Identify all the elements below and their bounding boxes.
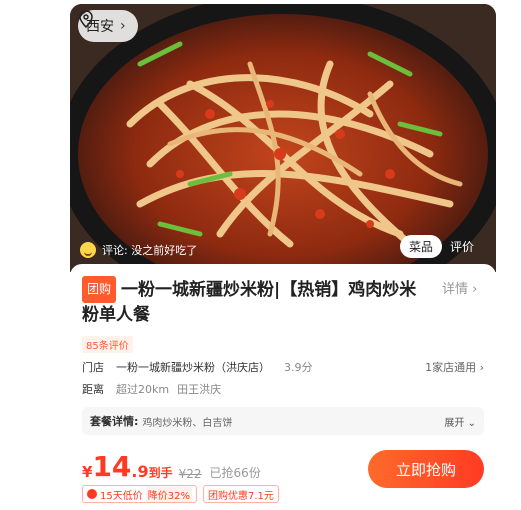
left-margin (0, 0, 70, 510)
right-margin (496, 0, 521, 510)
location-selector[interactable]: 西安 › (78, 10, 138, 42)
dish-photo[interactable]: 西安 › 评论: 没之前好吃了 菜品 评价 (70, 4, 496, 272)
discount-chip: 团购优惠7.1元 (202, 485, 279, 503)
package-details[interactable]: 套餐详情: 鸡肉炒米粉、白吉饼 展开 ⌄ (82, 407, 484, 435)
details-link-label: 详情 (442, 282, 469, 297)
chevron-right-icon: › (479, 361, 484, 374)
distance-row: 距离 超过20km 田王洪庆 (82, 381, 484, 397)
distance-value: 超过20km (116, 383, 170, 396)
deal-title-text: 一粉一城新疆炒米粉|【热销】鸡肉炒米粉单人餐 (82, 280, 417, 325)
currency-symbol: ¥ (82, 463, 93, 481)
tab-reviews[interactable]: 评价 (442, 235, 482, 258)
media-tabs: 菜品 评价 (399, 235, 482, 258)
location-pin-icon (79, 10, 93, 28)
store-count-link[interactable]: 1家店通用 › (425, 359, 484, 375)
store-score: 3.9分 (284, 361, 313, 374)
price-decimal: .9 (131, 462, 149, 481)
deal-card[interactable]: 西安 › 评论: 没之前好吃了 菜品 评价 团购 一粉一城新疆炒米粉|【热销】鸡肉… (70, 4, 496, 506)
price-drop-icon (87, 489, 97, 499)
tab-dishes[interactable]: 菜品 (399, 235, 442, 258)
chevron-right-icon: › (472, 282, 478, 297)
group-buy-badge: 团购 (82, 276, 117, 303)
expand-toggle[interactable]: 展开 ⌄ (444, 414, 476, 429)
chevron-right-icon: › (120, 18, 126, 34)
review-count-tag[interactable]: 85条评价 (82, 336, 133, 353)
deal-title: 团购 一粉一城新疆炒米粉|【热销】鸡肉炒米粉单人餐 (82, 276, 432, 328)
store-name: 一粉一城新疆炒米粉（洪庆店） (116, 361, 270, 374)
area-name: 田王洪庆 (177, 383, 222, 396)
review-hint-text: 评论: 没之前好吃了 (102, 244, 198, 257)
low-price-text: 15天低价 (100, 490, 143, 502)
price-integer: 14 (92, 450, 132, 483)
store-count-label: 1家店通用 (425, 361, 477, 374)
store-row[interactable]: 门店 一粉一城新疆炒米粉（洪庆店） 3.9分 1家店通用 › (82, 359, 484, 375)
store-label: 门店 (82, 361, 104, 374)
distance-label: 距离 (82, 383, 104, 396)
buy-now-button[interactable]: 立即抢购 (368, 450, 484, 488)
chevron-down-icon: ⌄ (467, 417, 476, 429)
expand-label: 展开 (444, 417, 465, 429)
sold-count: 已抢66份 (209, 466, 261, 480)
package-label: 套餐详情: (90, 415, 139, 428)
package-items: 鸡肉炒米粉、白吉饼 (142, 417, 233, 429)
price-suffix: 到手 (148, 466, 173, 480)
noodle-image (70, 4, 496, 272)
details-link[interactable]: 详情 › (442, 278, 477, 328)
price-drop-text: 降价32% (145, 486, 192, 502)
review-hint: 评论: 没之前好吃了 (80, 242, 197, 258)
low-price-chip: 15天低价 降价32% (82, 485, 197, 503)
original-price: ¥22 (178, 467, 202, 481)
emoji-icon (80, 242, 96, 258)
